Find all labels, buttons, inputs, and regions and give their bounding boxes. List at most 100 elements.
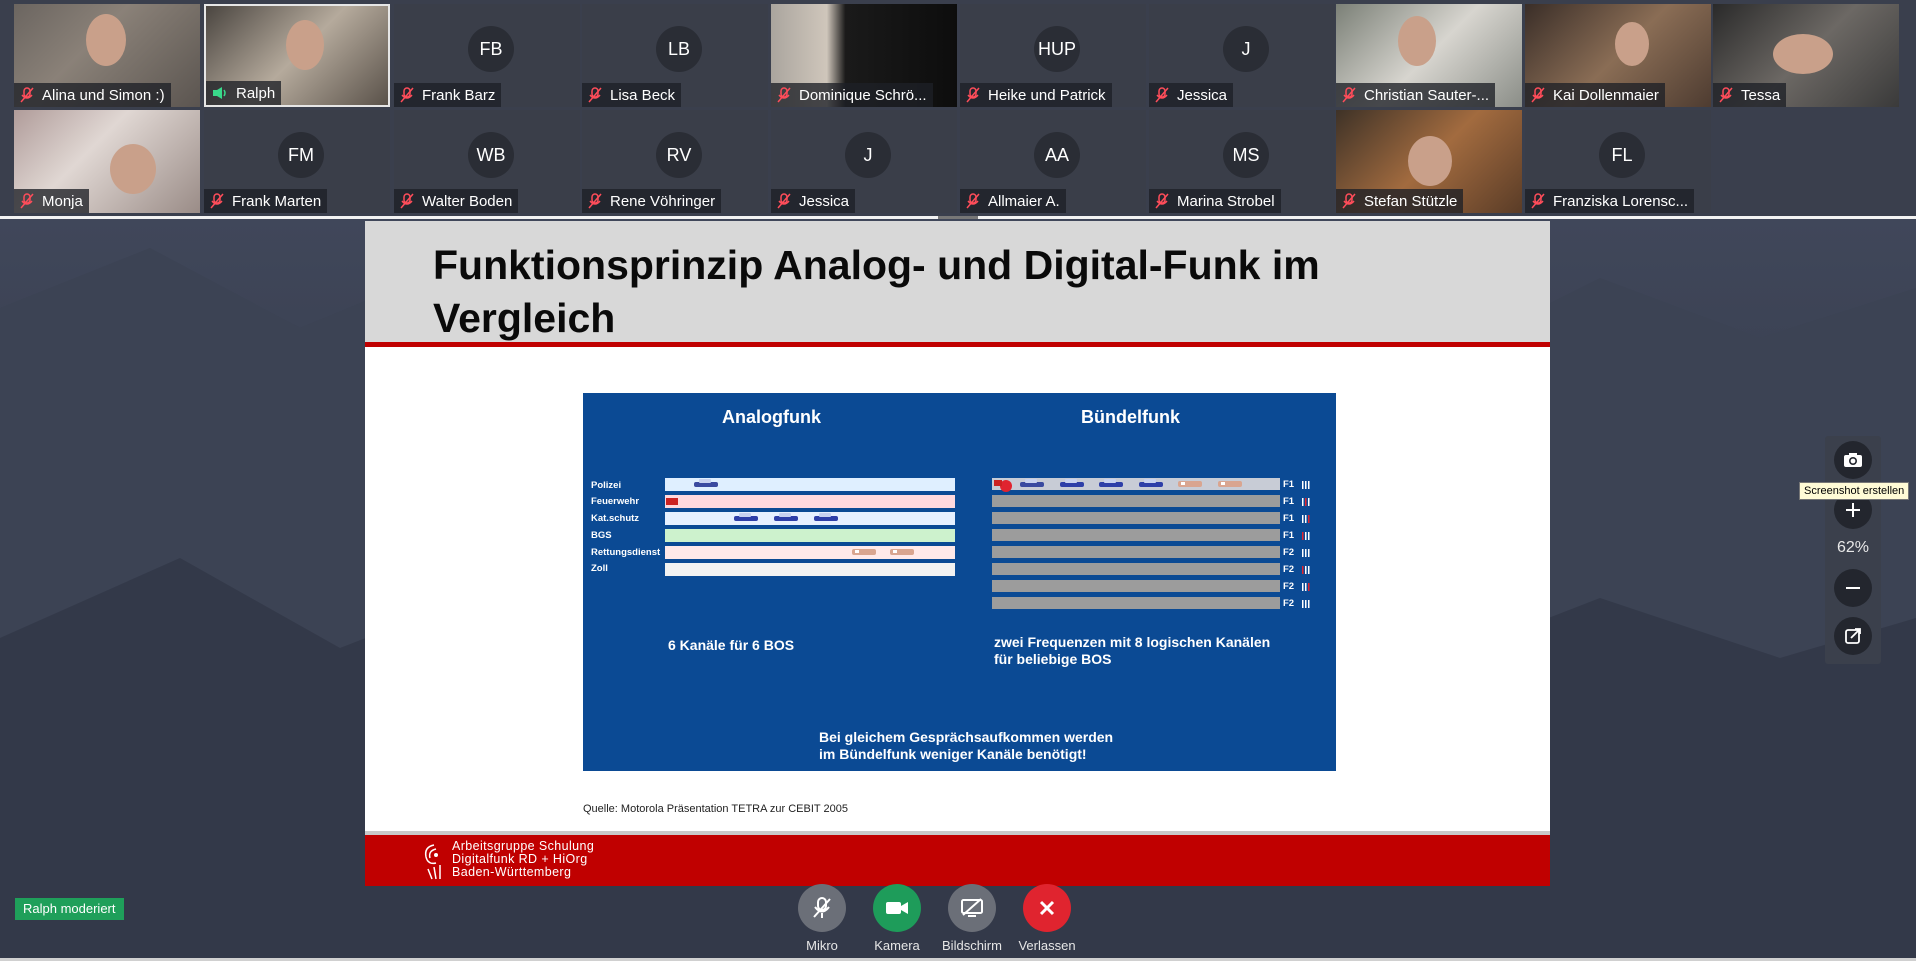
leave-button[interactable] [1023, 884, 1071, 932]
slide-source: Quelle: Motorola Präsentation TETRA zur … [583, 803, 848, 815]
participant-name-bar: Heike und Patrick [960, 83, 1112, 107]
organization-line: Baden-Württemberg [452, 865, 572, 879]
participant-name-bar: Christian Sauter-... [1336, 83, 1496, 107]
mic-button[interactable] [798, 884, 846, 932]
participant-tile[interactable]: LB Lisa Beck [582, 4, 768, 107]
avatar: AA [1034, 132, 1080, 178]
slide-divider [365, 342, 1550, 347]
analog-channel-bar [665, 563, 955, 576]
ambulance-icon [1178, 481, 1202, 487]
participant-tile[interactable]: AA Allmaier A. [960, 110, 1146, 213]
participant-tile[interactable]: FL Franziska Lorensc... [1525, 110, 1711, 213]
resize-handle[interactable] [938, 216, 978, 219]
video-camera-icon [886, 902, 908, 914]
screen-share-control[interactable]: Bildschirm [932, 884, 1012, 953]
mic-label: Mikro [806, 938, 838, 953]
participant-tile[interactable]: RV Rene Vöhringer [582, 110, 768, 213]
organization-logo [424, 844, 441, 880]
trunked-channel-bar [992, 512, 1280, 524]
caption-buendel-line2: für beliebige BOS [994, 651, 1112, 667]
participant-name: Alina und Simon :) [42, 86, 165, 104]
rescue-vehicle-icon [734, 513, 758, 521]
participant-name-bar: Marina Strobel [1149, 189, 1281, 213]
frequency-label: F2 [1283, 564, 1295, 575]
participant-name-bar: Frank Marten [204, 189, 328, 213]
participant-video [1773, 34, 1833, 74]
participant-video [86, 14, 126, 66]
slide-title: Funktionsprinzip Analog- und Digital-Fun… [433, 242, 1320, 341]
zoom-out-icon [1846, 587, 1860, 589]
avatar: MS [1223, 132, 1269, 178]
analog-channel-bar [665, 512, 955, 525]
camera-button[interactable] [873, 884, 921, 932]
participant-tile[interactable]: Tessa [1713, 4, 1899, 107]
organization-name: Arbeitsgruppe Schulung Digitalfunk RD + … [452, 840, 594, 879]
participant-video [1615, 22, 1649, 66]
participant-tile[interactable]: WB Walter Boden [394, 110, 580, 213]
camera-label: Kamera [874, 938, 920, 953]
active-call-marker [994, 480, 1012, 492]
caption-buendel-line1: zwei Frequenzen mit 8 logischen Kanälen [994, 634, 1271, 650]
participant-tile[interactable]: J Jessica [1149, 4, 1335, 107]
participant-name-bar: Stefan Stützle [1336, 189, 1464, 213]
mic-off-icon [400, 87, 414, 103]
mic-control[interactable]: Mikro [782, 884, 862, 953]
frequency-label: F1 [1283, 479, 1295, 490]
mic-off-icon [588, 193, 602, 209]
zoom-level: 62% [1836, 539, 1870, 556]
participant-tile[interactable]: FM Frank Marten [204, 110, 390, 213]
figure-heading-analog: Analogfunk [722, 407, 821, 427]
participant-name-bar: Dominique Schrö... [771, 83, 933, 107]
frequency-label: F2 [1283, 581, 1295, 592]
participant-name: Lisa Beck [610, 86, 676, 104]
participant-name: Frank Marten [232, 192, 322, 210]
frequency-label: F1 [1283, 513, 1295, 524]
avatar: HUP [1034, 26, 1080, 72]
police-car-icon [694, 479, 718, 487]
participant-tile[interactable]: J Jessica [771, 110, 957, 213]
popout-button[interactable] [1834, 617, 1872, 655]
participant-tile-active-speaker[interactable]: Ralph [204, 4, 390, 107]
participant-name-bar: Allmaier A. [960, 189, 1066, 213]
participant-tile[interactable]: Dominique Schrö... [771, 4, 957, 107]
leave-control[interactable]: Verlassen [1007, 884, 1087, 953]
rescue-vehicle-icon [814, 513, 838, 521]
police-car-icon [1020, 479, 1044, 487]
mic-off-icon [588, 87, 602, 103]
participant-grid: Alina und Simon :) Ralph FB Frank Barz L… [14, 4, 1899, 216]
participant-name-bar: Lisa Beck [582, 83, 682, 107]
screenshot-button[interactable] [1834, 441, 1872, 479]
frequency-label: F2 [1283, 547, 1295, 558]
participant-name-bar: Tessa [1713, 83, 1787, 107]
participant-tile[interactable]: Kai Dollenmaier [1525, 4, 1711, 107]
mic-off-icon [777, 87, 791, 103]
mic-off-icon [1719, 87, 1733, 103]
zoom-out-button[interactable] [1834, 569, 1872, 607]
participant-tile[interactable]: FB Frank Barz [394, 4, 580, 107]
participant-name: Frank Barz [422, 86, 496, 104]
participant-name: Monja [42, 192, 83, 210]
camera-control[interactable]: Kamera [857, 884, 937, 953]
screen-share-button[interactable] [948, 884, 996, 932]
participant-tile[interactable]: HUP Heike und Patrick [960, 4, 1146, 107]
frequency-label: F2 [1283, 598, 1295, 609]
participant-video [1408, 136, 1452, 186]
participant-tile[interactable]: Christian Sauter-... [1336, 4, 1522, 107]
participant-tile[interactable]: Alina und Simon :) [14, 4, 200, 107]
shared-presentation: Funktionsprinzip Analog- und Digital-Fun… [365, 221, 1550, 886]
call-controls: Mikro Kamera Bildschirm Verlassen [0, 880, 1916, 961]
rescue-vehicle-icon [1139, 479, 1163, 487]
participant-tile[interactable]: Monja [14, 110, 200, 213]
participant-tile[interactable]: Stefan Stützle [1336, 110, 1522, 213]
slide-footer: Arbeitsgruppe Schulung Digitalfunk RD + … [365, 835, 1550, 886]
trunked-channel-bar [992, 597, 1280, 609]
participant-name-bar: Alina und Simon :) [14, 83, 171, 107]
participant-video [286, 20, 324, 70]
rescue-vehicle-icon [1099, 479, 1123, 487]
row-label: Feuerwehr [591, 496, 640, 507]
participant-name-bar: Walter Boden [394, 189, 519, 213]
figure-heading-buendel: Bündelfunk [1081, 407, 1180, 427]
mic-off-icon [1342, 193, 1356, 209]
participant-tile[interactable]: MS Marina Strobel [1149, 110, 1335, 213]
participant-video [1398, 16, 1436, 66]
